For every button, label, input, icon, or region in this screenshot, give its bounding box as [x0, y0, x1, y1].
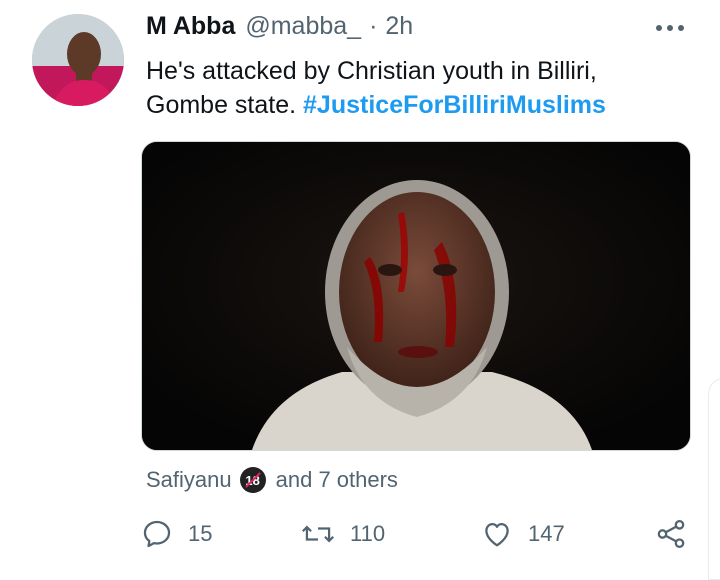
- retweet-count: 110: [350, 521, 386, 546]
- avatar[interactable]: [32, 14, 124, 106]
- reply-button[interactable]: 15: [140, 514, 212, 554]
- like-icon: [480, 517, 514, 551]
- more-horizontal-icon[interactable]: [650, 16, 690, 40]
- tweet-text: He's attacked by Christian youth in Bill…: [146, 54, 706, 122]
- tweet-header: M Abba @mabba_ · 2h: [146, 12, 413, 46]
- tweet-text-line2: Gombe state. #JusticeForBilliriMuslims: [146, 88, 706, 122]
- tweet-text-line1: He's attacked by Christian youth in Bill…: [146, 57, 597, 85]
- like-count: 147: [528, 521, 565, 546]
- liked-by-row[interactable]: Safiyanu 18 and 7 others: [146, 464, 398, 496]
- scroll-edge: [708, 378, 720, 580]
- tweet-actions: 15 110 147: [140, 514, 700, 554]
- tweet-time[interactable]: 2h: [385, 12, 413, 41]
- display-name[interactable]: M Abba: [146, 12, 235, 41]
- tweet-photo[interactable]: [141, 141, 691, 451]
- age-18-badge-icon: 18: [239, 467, 266, 493]
- separator-dot: ·: [369, 12, 378, 40]
- share-icon: [654, 517, 688, 551]
- reply-icon: [140, 517, 174, 551]
- like-button[interactable]: 147: [480, 514, 565, 554]
- hashtag-link[interactable]: #JusticeForBilliriMuslims: [303, 91, 606, 119]
- retweet-icon: [300, 517, 336, 551]
- liked-by-user[interactable]: Safiyanu: [146, 467, 232, 493]
- reply-count: 15: [188, 521, 213, 546]
- liked-by-others[interactable]: and 7 others: [276, 467, 398, 493]
- retweet-button[interactable]: 110: [300, 514, 385, 554]
- tweet-text-plain: Gombe state.: [146, 91, 304, 119]
- share-button[interactable]: [654, 514, 688, 554]
- user-handle[interactable]: @mabba_: [245, 12, 361, 41]
